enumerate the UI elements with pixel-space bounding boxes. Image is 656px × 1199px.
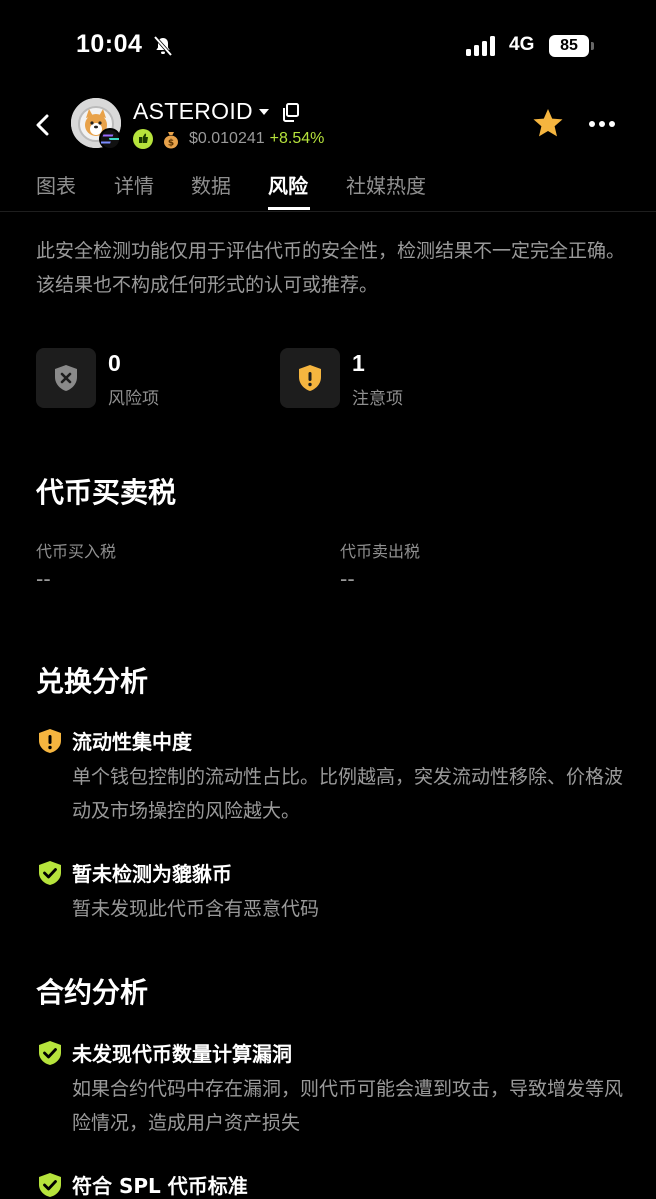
more-options-icon[interactable] bbox=[588, 120, 616, 128]
caution-label: 注意项 bbox=[352, 389, 403, 409]
shield-check-icon bbox=[39, 1041, 61, 1065]
shield-warning-icon bbox=[299, 365, 321, 391]
sell-tax-label: 代币卖出税 bbox=[340, 542, 421, 561]
dropdown-caret-icon[interactable] bbox=[258, 108, 270, 116]
check-item-supply-bug[interactable]: 未发现代币数量计算漏洞 如果合约代码中存在漏洞，则代币可能会遭到攻击，导致增发等… bbox=[36, 1038, 636, 1138]
shield-check-icon bbox=[39, 861, 61, 885]
tab-data[interactable]: 数据 bbox=[191, 170, 231, 199]
active-tab-indicator bbox=[268, 207, 310, 210]
check-title: 未发现代币数量计算漏洞 bbox=[72, 1042, 292, 1066]
check-title: 流动性集中度 bbox=[72, 730, 192, 754]
risk-label: 风险项 bbox=[108, 389, 159, 409]
buy-tax-label: 代币买入税 bbox=[36, 542, 117, 561]
check-item-liquidity[interactable]: 流动性集中度 单个钱包控制的流动性占比。比例越高，突发流动性移除、价格波动及市场… bbox=[36, 726, 636, 826]
signal-icon bbox=[466, 36, 495, 56]
check-title: 符合 SPL 代币标准 bbox=[72, 1174, 248, 1198]
status-time: 10:04 bbox=[76, 30, 143, 58]
risk-summary-card: 0 风险项 bbox=[36, 348, 276, 409]
check-item-spl-standard[interactable]: 符合 SPL 代币标准 bbox=[36, 1170, 636, 1199]
check-desc: 单个钱包控制的流动性占比。比例越高，突发流动性移除、价格波动及市场操控的风险越大… bbox=[72, 766, 624, 822]
tab-details[interactable]: 详情 bbox=[114, 170, 154, 199]
swap-section-title: 兑换分析 bbox=[36, 665, 149, 698]
sell-tax-value: -- bbox=[340, 566, 355, 591]
tab-chart[interactable]: 图表 bbox=[36, 170, 76, 199]
check-title: 暂未检测为貔貅币 bbox=[72, 862, 232, 886]
token-price: $0.010241 bbox=[189, 130, 265, 147]
bell-slash-icon bbox=[153, 35, 173, 57]
tab-bar: 图表 详情 数据 风险 社媒热度 bbox=[0, 160, 656, 212]
buy-tax-value: -- bbox=[36, 566, 51, 591]
check-desc: 如果合约代码中存在漏洞，则代币可能会遭到攻击，导致增发等风险情况，造成用户资产损… bbox=[72, 1078, 624, 1134]
caution-icon-box bbox=[280, 348, 340, 408]
price-change: +8.54% bbox=[269, 130, 325, 147]
check-item-honeypot[interactable]: 暂未检测为貔貅币 暂未发现此代币含有恶意代码 bbox=[36, 858, 636, 924]
tab-risk[interactable]: 风险 bbox=[268, 170, 308, 199]
verified-badge-icon bbox=[133, 129, 153, 149]
contract-section-title: 合约分析 bbox=[36, 976, 149, 1009]
shield-x-icon bbox=[55, 365, 77, 391]
tax-section-title: 代币买卖税 bbox=[36, 476, 177, 509]
shield-warning-icon bbox=[39, 729, 61, 753]
svg-text:$: $ bbox=[168, 139, 174, 149]
network-type: 4G bbox=[509, 34, 535, 55]
price-row: $ $0.010241 +8.54% bbox=[133, 128, 324, 150]
caution-summary-card: 1 注意项 bbox=[280, 348, 520, 409]
tab-social[interactable]: 社媒热度 bbox=[346, 170, 426, 199]
battery-icon: 85 bbox=[549, 35, 589, 57]
money-bag-icon: $ bbox=[164, 132, 178, 149]
status-bar: 10:04 4G 85 bbox=[0, 0, 656, 92]
back-arrow-icon[interactable] bbox=[32, 112, 54, 138]
token-name[interactable]: ASTEROID bbox=[133, 98, 253, 125]
risk-icon-box bbox=[36, 348, 96, 408]
solana-chain-icon bbox=[99, 128, 121, 150]
risk-count: 0 bbox=[108, 350, 121, 376]
copy-icon[interactable] bbox=[282, 102, 300, 122]
star-favorite-icon[interactable] bbox=[532, 108, 564, 138]
shield-check-icon bbox=[39, 1173, 61, 1197]
token-header: ASTEROID $ $0.010241 +8.54% bbox=[0, 92, 656, 158]
battery-nub bbox=[591, 42, 594, 50]
check-desc: 暂未发现此代币含有恶意代码 bbox=[72, 898, 320, 920]
caution-count: 1 bbox=[352, 350, 365, 376]
security-disclaimer: 此安全检测功能仅用于评估代币的安全性，检测结果不一定完全正确。该结果也不构成任何… bbox=[36, 240, 626, 296]
